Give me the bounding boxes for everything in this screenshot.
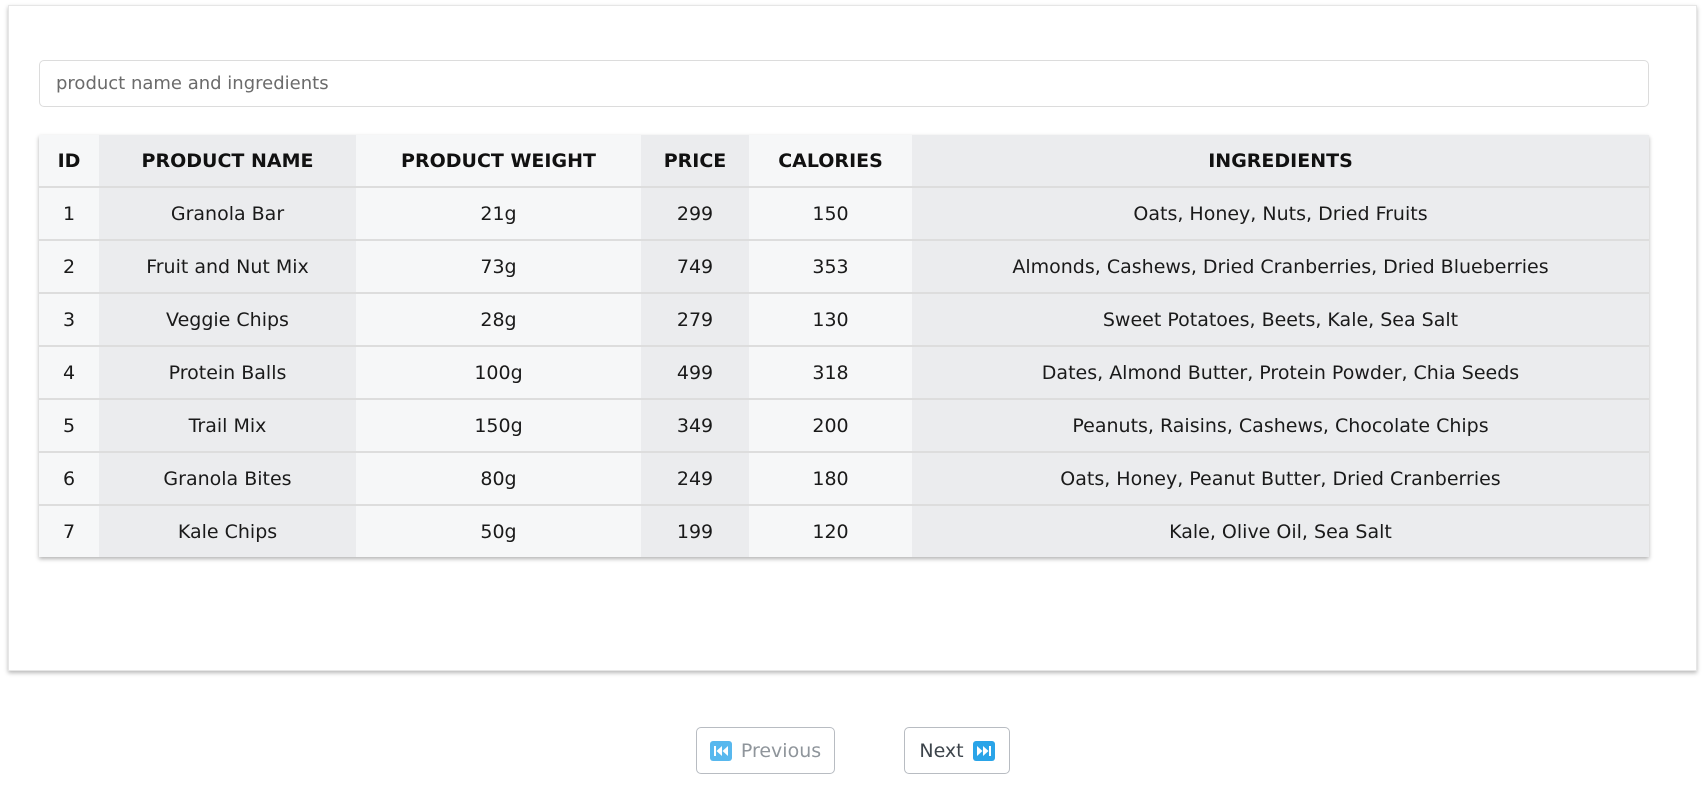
column-header-id[interactable]: ID bbox=[39, 135, 99, 188]
cell-ingredients: Oats, Honey, Nuts, Dried Fruits bbox=[912, 187, 1649, 241]
cell-product-name: Trail Mix bbox=[99, 399, 356, 453]
cell-ingredients: Sweet Potatoes, Beets, Kale, Sea Salt bbox=[912, 293, 1649, 347]
products-table: ID PRODUCT NAME PRODUCT WEIGHT PRICE CAL… bbox=[39, 135, 1649, 557]
table-row: 7 Kale Chips 50g 199 120 Kale, Olive Oil… bbox=[39, 505, 1649, 557]
previous-button-label: Previous bbox=[740, 739, 822, 762]
cell-id: 6 bbox=[39, 452, 99, 506]
fast-forward-icon bbox=[972, 740, 995, 761]
cell-calories: 130 bbox=[749, 293, 912, 347]
table-row: 6 Granola Bites 80g 249 180 Oats, Honey,… bbox=[39, 452, 1649, 506]
table-header-row: ID PRODUCT NAME PRODUCT WEIGHT PRICE CAL… bbox=[39, 135, 1649, 188]
cell-calories: 150 bbox=[749, 187, 912, 241]
cell-price: 299 bbox=[641, 187, 749, 241]
column-header-product-name[interactable]: PRODUCT NAME bbox=[99, 135, 356, 188]
search-input[interactable] bbox=[39, 60, 1649, 107]
column-header-ingredients[interactable]: INGREDIENTS bbox=[912, 135, 1649, 188]
cell-id: 2 bbox=[39, 240, 99, 294]
table-row: 5 Trail Mix 150g 349 200 Peanuts, Raisin… bbox=[39, 399, 1649, 453]
cell-product-name: Granola Bites bbox=[99, 452, 356, 506]
column-header-product-weight[interactable]: PRODUCT WEIGHT bbox=[356, 135, 641, 188]
cell-id: 3 bbox=[39, 293, 99, 347]
cell-product-weight: 50g bbox=[356, 505, 641, 557]
cell-product-weight: 80g bbox=[356, 452, 641, 506]
table-row: 2 Fruit and Nut Mix 73g 749 353 Almonds,… bbox=[39, 240, 1649, 294]
cell-product-weight: 150g bbox=[356, 399, 641, 453]
previous-button[interactable]: Previous bbox=[696, 727, 835, 774]
cell-price: 199 bbox=[641, 505, 749, 557]
cell-id: 1 bbox=[39, 187, 99, 241]
cell-ingredients: Almonds, Cashews, Dried Cranberries, Dri… bbox=[912, 240, 1649, 294]
cell-ingredients: Kale, Olive Oil, Sea Salt bbox=[912, 505, 1649, 557]
cell-id: 7 bbox=[39, 505, 99, 557]
rewind-icon bbox=[709, 740, 732, 761]
products-table-container: ID PRODUCT NAME PRODUCT WEIGHT PRICE CAL… bbox=[39, 135, 1649, 557]
cell-id: 4 bbox=[39, 346, 99, 400]
table-row: 1 Granola Bar 21g 299 150 Oats, Honey, N… bbox=[39, 187, 1649, 241]
cell-calories: 318 bbox=[749, 346, 912, 400]
cell-price: 279 bbox=[641, 293, 749, 347]
table-row: 3 Veggie Chips 28g 279 130 Sweet Potatoe… bbox=[39, 293, 1649, 347]
cell-price: 499 bbox=[641, 346, 749, 400]
cell-ingredients: Oats, Honey, Peanut Butter, Dried Cranbe… bbox=[912, 452, 1649, 506]
cell-product-name: Protein Balls bbox=[99, 346, 356, 400]
cell-calories: 200 bbox=[749, 399, 912, 453]
cell-calories: 180 bbox=[749, 452, 912, 506]
cell-product-name: Granola Bar bbox=[99, 187, 356, 241]
next-button[interactable]: Next bbox=[904, 727, 1010, 774]
cell-price: 749 bbox=[641, 240, 749, 294]
cell-calories: 353 bbox=[749, 240, 912, 294]
cell-calories: 120 bbox=[749, 505, 912, 557]
table-row: 4 Protein Balls 100g 499 318 Dates, Almo… bbox=[39, 346, 1649, 400]
cell-product-weight: 100g bbox=[356, 346, 641, 400]
cell-id: 5 bbox=[39, 399, 99, 453]
cell-ingredients: Dates, Almond Butter, Protein Powder, Ch… bbox=[912, 346, 1649, 400]
next-button-label: Next bbox=[919, 739, 964, 762]
cell-product-name: Veggie Chips bbox=[99, 293, 356, 347]
column-header-price[interactable]: PRICE bbox=[641, 135, 749, 188]
cell-product-name: Kale Chips bbox=[99, 505, 356, 557]
cell-price: 349 bbox=[641, 399, 749, 453]
column-header-calories[interactable]: CALORIES bbox=[749, 135, 912, 188]
cell-product-weight: 28g bbox=[356, 293, 641, 347]
cell-product-name: Fruit and Nut Mix bbox=[99, 240, 356, 294]
cell-price: 249 bbox=[641, 452, 749, 506]
cell-product-weight: 73g bbox=[356, 240, 641, 294]
cell-product-weight: 21g bbox=[356, 187, 641, 241]
cell-ingredients: Peanuts, Raisins, Cashews, Chocolate Chi… bbox=[912, 399, 1649, 453]
